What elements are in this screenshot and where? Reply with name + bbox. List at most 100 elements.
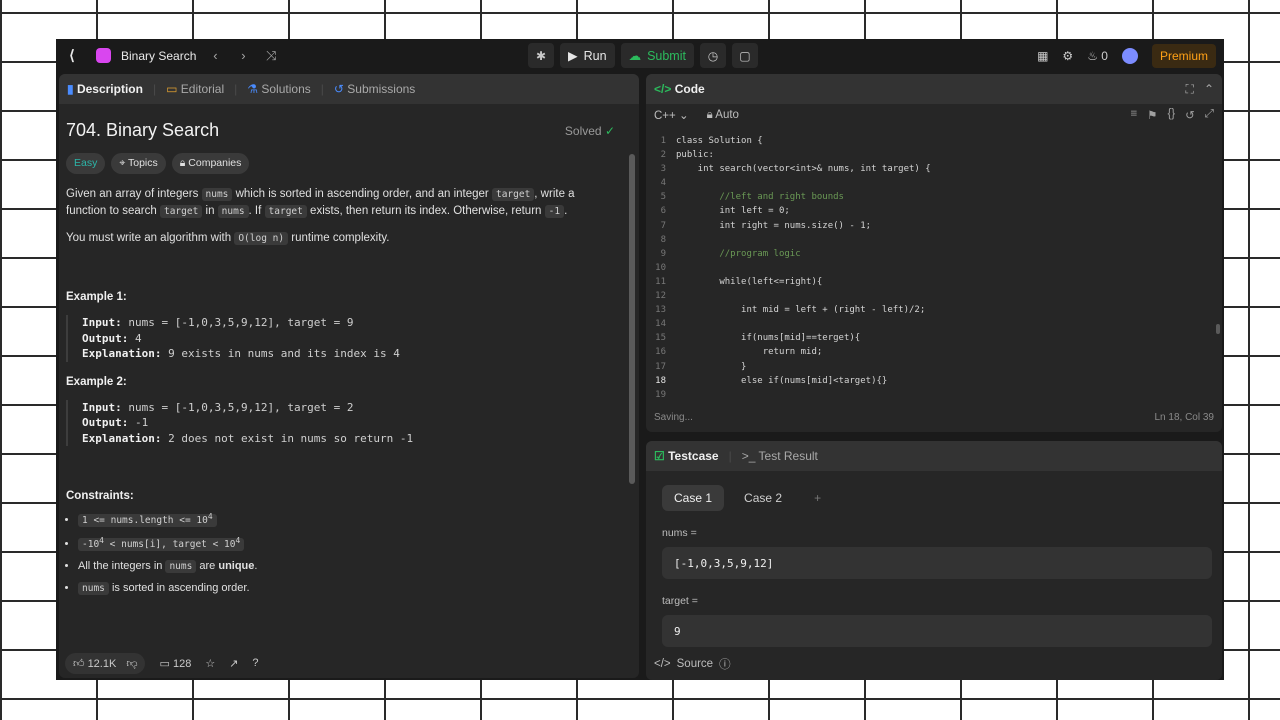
list-item: nums is sorted in ascending order.	[78, 582, 619, 596]
line-number: 10	[655, 262, 666, 273]
topics-label: Topics	[128, 157, 158, 169]
comments-button[interactable]: ▭ 128	[159, 657, 191, 670]
description-tabs: ▮ Description | ▭ Editorial | ⚗ Solution…	[59, 74, 639, 104]
text: 1 <= nums.length <= 10	[82, 515, 208, 527]
tab-description-label: Description	[76, 82, 143, 96]
tab-divider: |	[728, 449, 732, 463]
inline-code: -104 < nums[i], target < 104	[78, 536, 245, 552]
leetcode-logo-icon[interactable]: ⟨	[64, 47, 80, 64]
submit-button[interactable]: ☁ Submit	[620, 43, 694, 68]
nums-label: nums =	[662, 527, 697, 539]
example-line: Input: nums = [-1,0,3,5,9,12], target = …	[82, 400, 619, 416]
thumbs-down-icon: 👎︎	[126, 657, 138, 670]
timer-button[interactable]: ◷	[699, 43, 726, 68]
explanation-value: 2 does not exist in nums so return -1	[168, 431, 414, 445]
problem-list-icon[interactable]	[96, 48, 111, 63]
share-icon[interactable]: ↗	[229, 657, 238, 670]
maximize-icon[interactable]: ⛶	[1186, 82, 1194, 97]
constraints-list: 1 <= nums.length <= 10 4 -104 < nums[i], …	[66, 512, 619, 596]
line-number: 17	[655, 361, 666, 372]
line-number: 15	[655, 333, 666, 344]
layout-grid-icon[interactable]: ▦	[1037, 49, 1048, 63]
autocomplete-mode[interactable]: 🔒︎ Auto	[707, 109, 739, 122]
settings-gear-icon[interactable]: ⚙	[1062, 49, 1073, 63]
format-icon[interactable]: ≡	[1130, 108, 1137, 122]
dislike-button[interactable]: 👎︎	[126, 657, 137, 670]
debug-button[interactable]: ✱	[528, 43, 554, 68]
code-scrollbar[interactable]	[1216, 324, 1220, 334]
example-line: Input: nums = [-1,0,3,5,9,12], target = …	[82, 315, 619, 331]
text: is sorted in ascending order.	[108, 582, 250, 595]
bookmark-icon[interactable]: ⚑	[1147, 108, 1157, 122]
source-button[interactable]: </> Source ⓘ	[654, 656, 731, 672]
line-number: 1	[660, 136, 666, 146]
braces-icon[interactable]: {}	[1167, 108, 1175, 122]
star-icon[interactable]: ☆	[205, 657, 215, 670]
line-number: 6	[660, 206, 666, 217]
fire-icon: ♨	[1087, 48, 1098, 63]
example-2-title: Example 2:	[66, 375, 127, 388]
superscript: 4	[235, 536, 241, 546]
terminal-icon: >_	[741, 449, 756, 463]
alarm-icon: ◷	[707, 48, 719, 63]
prev-problem-icon[interactable]: ‹	[206, 48, 224, 63]
input-label: Input:	[82, 316, 122, 329]
like-button[interactable]: 👍︎ 12.1K	[73, 657, 116, 670]
avatar[interactable]	[1121, 47, 1138, 64]
tag-icon: ⌖	[119, 157, 126, 169]
next-problem-icon[interactable]: ›	[234, 48, 252, 63]
tab-solutions-label: Solutions	[261, 82, 311, 96]
companies-tag[interactable]: 🔒︎ Companies	[171, 153, 250, 174]
run-button[interactable]: ▶ Run	[560, 43, 615, 68]
code-text: int left = 0;	[676, 206, 790, 217]
play-icon: ▶	[568, 49, 578, 63]
input-label: Input:	[82, 400, 122, 414]
case-2-tab[interactable]: Case 2	[732, 485, 794, 511]
output-label: Output:	[82, 331, 129, 345]
topics-tag[interactable]: ⌖ Topics	[111, 153, 166, 174]
text: are	[196, 560, 219, 573]
code-line: 15 if(nums[mid]==terget){	[646, 333, 1222, 347]
shuffle-icon[interactable]: ⤨	[262, 48, 280, 64]
tab-test-result[interactable]: >_ Test Result	[742, 449, 818, 463]
tab-divider: |	[320, 82, 324, 96]
tab-solutions[interactable]: ⚗ Solutions	[247, 82, 310, 96]
code-line: 17 }	[646, 362, 1222, 376]
text: . If	[248, 205, 265, 217]
tab-testcase[interactable]: ☑ Testcase	[654, 449, 719, 463]
code-tab[interactable]: </> Code	[654, 82, 705, 96]
description-scrollbar[interactable]	[629, 154, 635, 484]
source-label: Source	[676, 658, 714, 670]
code-editor[interactable]: 1 class Solution { 2 public: 3 int search(…	[646, 130, 1222, 402]
checkbox-icon: ☑	[654, 449, 665, 463]
tab-editorial-label: Editorial	[180, 82, 225, 96]
tab-submissions[interactable]: ↺ Submissions	[334, 82, 415, 96]
code-line: 7 int right = nums.size() - 1;	[646, 221, 1222, 235]
notes-button[interactable]: ▢	[731, 43, 758, 68]
premium-button[interactable]: Premium	[1151, 43, 1216, 68]
code-text: int mid = left + (right - left)/2;	[676, 305, 926, 316]
collapse-icon[interactable]: ⌃	[1204, 82, 1214, 96]
problem-list-title[interactable]: Binary Search	[121, 49, 196, 63]
tab-editorial[interactable]: ▭ Editorial	[166, 82, 224, 96]
fullscreen-icon[interactable]: ⤢	[1205, 108, 1214, 122]
tab-description[interactable]: ▮ Description	[67, 82, 143, 96]
help-icon[interactable]: ?	[252, 657, 258, 669]
add-case-button[interactable]: +	[802, 485, 833, 511]
description-body: 704. Binary Search Solved ✓ Easy ⌖ Topic…	[59, 104, 639, 644]
example-line: Output: 4	[82, 331, 619, 347]
streak-counter[interactable]: ♨ 0	[1087, 49, 1108, 63]
complexity-requirement: You must write an algorithm with O(log n…	[66, 230, 606, 247]
text: exists, then return its index. Otherwise…	[306, 205, 545, 217]
line-number: 9	[660, 248, 666, 259]
target-input[interactable]: 9	[662, 615, 1212, 647]
text: which is sorted in ascending order, and …	[232, 188, 492, 200]
reset-icon[interactable]: ↺	[1185, 108, 1195, 122]
cloud-upload-icon: ☁	[628, 49, 642, 63]
case-1-tab[interactable]: Case 1	[662, 485, 725, 511]
language-select[interactable]: C++ ⌄	[654, 108, 689, 122]
code-text: }	[676, 361, 747, 372]
explanation-value: 9 exists in nums and its index is 4	[168, 347, 400, 360]
solved-status: Solved ✓	[565, 124, 615, 138]
nums-input[interactable]: [-1,0,3,5,9,12]	[662, 547, 1212, 579]
